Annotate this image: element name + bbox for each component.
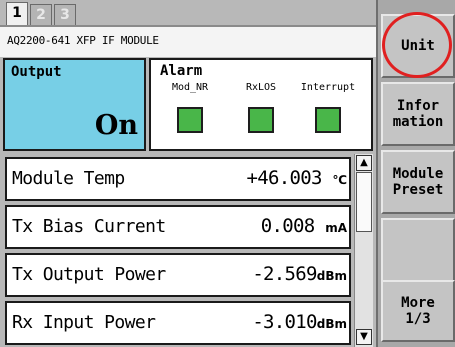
- tab-1[interactable]: 1: [6, 2, 28, 25]
- tab-3[interactable]: 3: [54, 4, 76, 25]
- measurement-label: Rx Input Power: [12, 312, 156, 333]
- value-number: 0.008: [260, 215, 315, 237]
- value-unit: ℃: [332, 173, 347, 187]
- scroll-down-icon[interactable]: ▼: [356, 329, 372, 345]
- measurement-value: 0.008 mA: [261, 215, 347, 237]
- alarm-mod-nr-label: Mod_NR: [171, 82, 209, 93]
- alarm-rxlos-label: RxLOS: [245, 82, 277, 93]
- measurement-value: -3.010dBm: [252, 311, 347, 333]
- alarm-mod-nr-indicator: [177, 107, 203, 133]
- unit-button[interactable]: Unit: [381, 14, 455, 78]
- alarm-interrupt-label: Interrupt: [300, 82, 356, 93]
- measurement-label: Tx Bias Current: [12, 216, 166, 237]
- measurement-value: -2.569dBm: [252, 263, 347, 285]
- softkey-column: Unit Infor mation Module Preset More 1/3: [376, 0, 455, 347]
- module-preset-button[interactable]: Module Preset: [381, 150, 455, 214]
- output-label: Output: [11, 64, 62, 80]
- instrument-screen: 1 2 3 AQ2200-641 XFP IF MODULE Output On…: [0, 0, 455, 347]
- measurement-row-tx-bias-current[interactable]: Tx Bias Current 0.008 mA: [5, 205, 351, 249]
- list-scrollbar[interactable]: ▲ ▼: [354, 154, 373, 347]
- measurement-list: Module Temp +46.003 ℃ Tx Bias Current 0.…: [0, 154, 376, 347]
- value-unit: dBm: [316, 269, 347, 283]
- more-button[interactable]: More 1/3: [381, 280, 455, 342]
- blank-softkey[interactable]: [381, 218, 455, 282]
- scroll-thumb[interactable]: [356, 172, 372, 232]
- value-number: -2.569: [252, 263, 317, 285]
- value-number: +46.003: [246, 167, 323, 189]
- page-tabs: 1 2 3: [0, 0, 376, 25]
- measurement-row-module-temp[interactable]: Module Temp +46.003 ℃: [5, 157, 351, 201]
- measurement-label: Module Temp: [12, 168, 125, 189]
- alarm-label: Alarm: [160, 63, 203, 79]
- value-number: -3.010: [252, 311, 317, 333]
- output-value: On: [94, 110, 138, 141]
- alarm-panel: Alarm Mod_NR RxLOS Interrupt: [149, 58, 373, 151]
- information-button[interactable]: Infor mation: [381, 82, 455, 146]
- module-title: AQ2200-641 XFP IF MODULE: [7, 34, 159, 47]
- measurement-row-tx-output-power[interactable]: Tx Output Power -2.569dBm: [5, 253, 351, 297]
- tab-2[interactable]: 2: [30, 4, 52, 25]
- output-panel[interactable]: Output On: [3, 58, 146, 151]
- measurement-row-rx-input-power[interactable]: Rx Input Power -3.010dBm: [5, 301, 351, 345]
- value-unit: dBm: [316, 317, 347, 331]
- value-unit: mA: [325, 221, 347, 235]
- scroll-up-icon[interactable]: ▲: [356, 155, 372, 171]
- measurement-label: Tx Output Power: [12, 264, 166, 285]
- alarm-rxlos-indicator: [248, 107, 274, 133]
- module-header: AQ2200-641 XFP IF MODULE: [0, 25, 376, 57]
- measurement-value: +46.003 ℃: [247, 167, 347, 189]
- alarm-interrupt-indicator: [315, 107, 341, 133]
